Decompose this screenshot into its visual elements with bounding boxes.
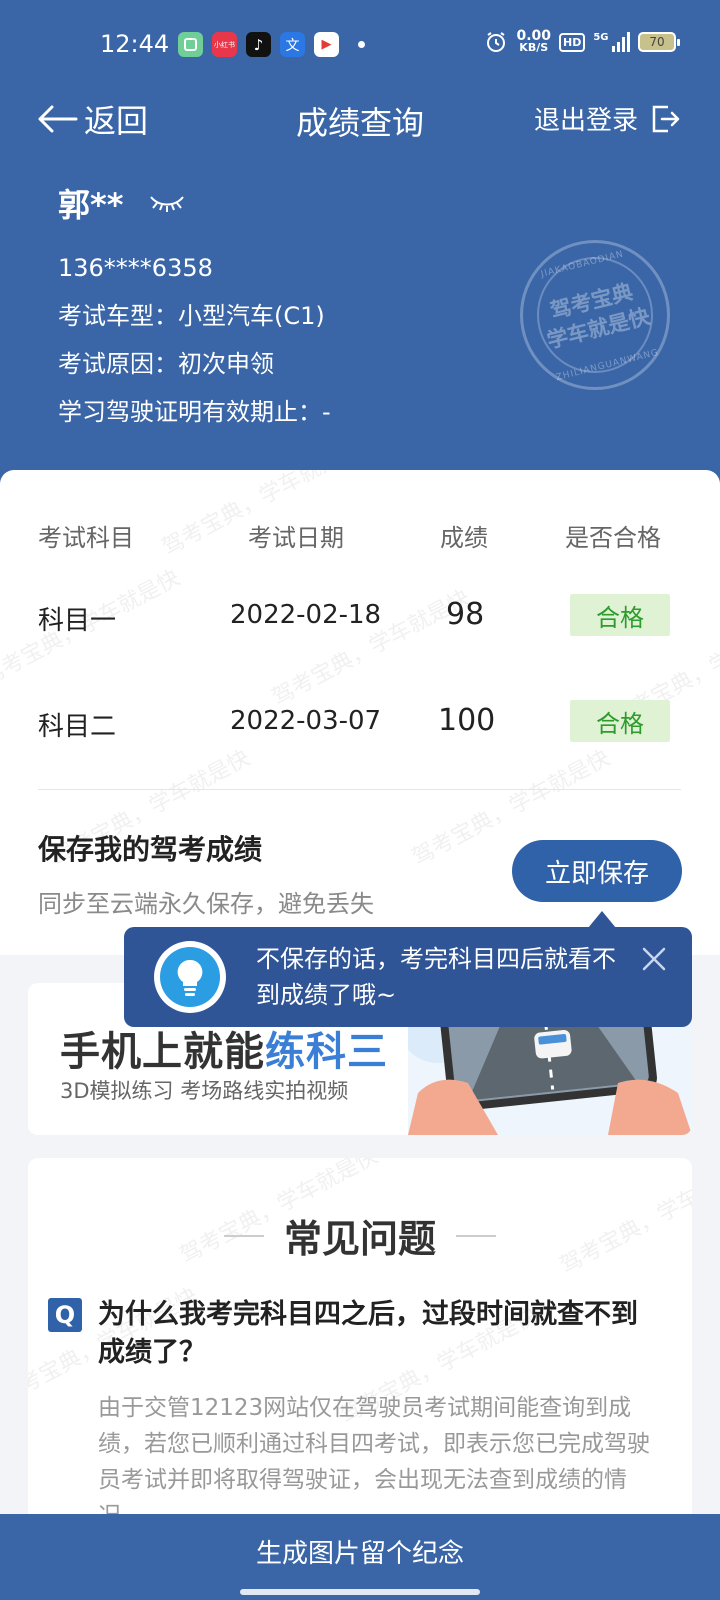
banner-title-prefix: 手机上就能 — [60, 1029, 265, 1075]
generate-image-button[interactable]: 生成图片留个纪念 — [0, 1514, 720, 1600]
network-speed-unit: KB/S — [519, 41, 549, 54]
faq-question[interactable]: 为什么我考完科目四之后，过段时间就查不到成绩了？ — [98, 1296, 658, 1372]
signal-icon: 5G — [593, 32, 630, 52]
score-card: 驾考宝典，学车就是快 驾考宝典，学车就是快 驾考宝典，学车就是快 驾考宝典，学车… — [0, 470, 720, 955]
divider — [456, 1234, 496, 1237]
tiktok-icon: ♪ — [246, 32, 271, 57]
logout-label: 退出登录 — [533, 106, 638, 136]
brand-stamp-logo: JIAKAOBAODIAN 驾考宝典 学车就是快 ZHILIANGUANWANG — [520, 240, 670, 390]
user-profile: 郭** 136****6358 考试车型：小型汽车(C1) 考试原因：初次申领 … — [58, 180, 331, 424]
tooltip-text: 不保存的话，考完科目四后就看不到成绩了哦~ — [256, 945, 616, 1009]
translate-app-icon: 文 — [280, 32, 305, 57]
permit-expiry: 学习驾驶证明有效期止：- — [58, 398, 331, 426]
banner-title: 手机上就能练科三 — [60, 1019, 388, 1077]
save-now-button[interactable]: 立即保存 — [512, 840, 682, 902]
logout-button[interactable]: 退出登录 — [534, 100, 680, 137]
status-badge: 合格 — [570, 594, 670, 636]
row-subject: 科目一 — [38, 606, 117, 636]
notification-app-icons: 小红书 ♪ 文 ▶ — [178, 32, 365, 57]
video-app-icon: ▶ — [314, 32, 339, 57]
faq-title: 常见问题 — [283, 1217, 436, 1261]
more-notifications-dot — [358, 41, 365, 48]
generate-image-label: 生成图片留个纪念 — [255, 1538, 464, 1569]
vehicle-type: 考试车型：小型汽车(C1) — [58, 302, 325, 330]
banner-title-highlight: 练科三 — [265, 1029, 388, 1075]
stamp-arc-top: JIAKAOBAODIAN — [539, 249, 625, 280]
battery-icon: 70 — [638, 32, 680, 52]
divider — [223, 1234, 264, 1237]
save-section-title: 保存我的驾考成绩 — [38, 833, 263, 866]
lightbulb-icon — [154, 941, 226, 1013]
alarm-icon — [487, 32, 506, 52]
system-icons: 0.00 KB/S HD 5G 70 — [484, 29, 680, 54]
row-date: 2022-02-18 — [230, 600, 382, 630]
chat-app-icon — [178, 32, 203, 57]
banner-subtitle: 3D模拟练习 考场路线实拍视频 — [60, 1079, 349, 1103]
divider — [38, 789, 681, 790]
row-subject: 科目二 — [38, 712, 117, 742]
user-phone: 136****6358 — [58, 254, 213, 282]
tooltip-arrow — [588, 911, 616, 928]
save-section-subtitle: 同步至云端永久保存，避免丢失 — [38, 890, 374, 918]
status-badge: 合格 — [570, 700, 670, 742]
faq-answer: 由于交管12123网站仅在驾驶员考试期间能查询到成绩，若您已顺利通过科目四考试，… — [98, 1395, 650, 1529]
header-pass: 是否合格 — [565, 524, 661, 552]
save-reminder-tooltip: 不保存的话，考完科目四后就看不到成绩了哦~ — [124, 927, 692, 1027]
top-nav-bar: 返回 成绩查询 退出登录 — [0, 90, 720, 160]
header-date: 考试日期 — [248, 524, 344, 552]
close-icon[interactable] — [636, 941, 672, 977]
status-time: 12:44 — [100, 30, 170, 58]
network-speed: 0.00 KB/S — [516, 29, 551, 54]
status-bar: 12:44 小红书 ♪ 文 ▶ 0.00 KB/S HD 5G 70 — [0, 0, 720, 90]
eye-closed-icon[interactable] — [149, 193, 185, 213]
logout-icon — [652, 105, 680, 132]
question-icon: Q — [48, 1298, 82, 1332]
network-type: 5G — [593, 32, 609, 43]
row-score: 100 — [438, 703, 496, 738]
row-date: 2022-03-07 — [230, 706, 382, 736]
row-score: 98 — [446, 597, 485, 632]
exam-reason: 考试原因：初次申领 — [58, 350, 274, 378]
hd-icon: HD — [559, 32, 586, 52]
home-indicator[interactable] — [240, 1589, 480, 1595]
header-score: 成绩 — [440, 524, 488, 552]
header-subject: 考试科目 — [38, 524, 134, 552]
xiaohongshu-icon: 小红书 — [212, 32, 237, 57]
user-name: 郭** — [58, 186, 124, 224]
